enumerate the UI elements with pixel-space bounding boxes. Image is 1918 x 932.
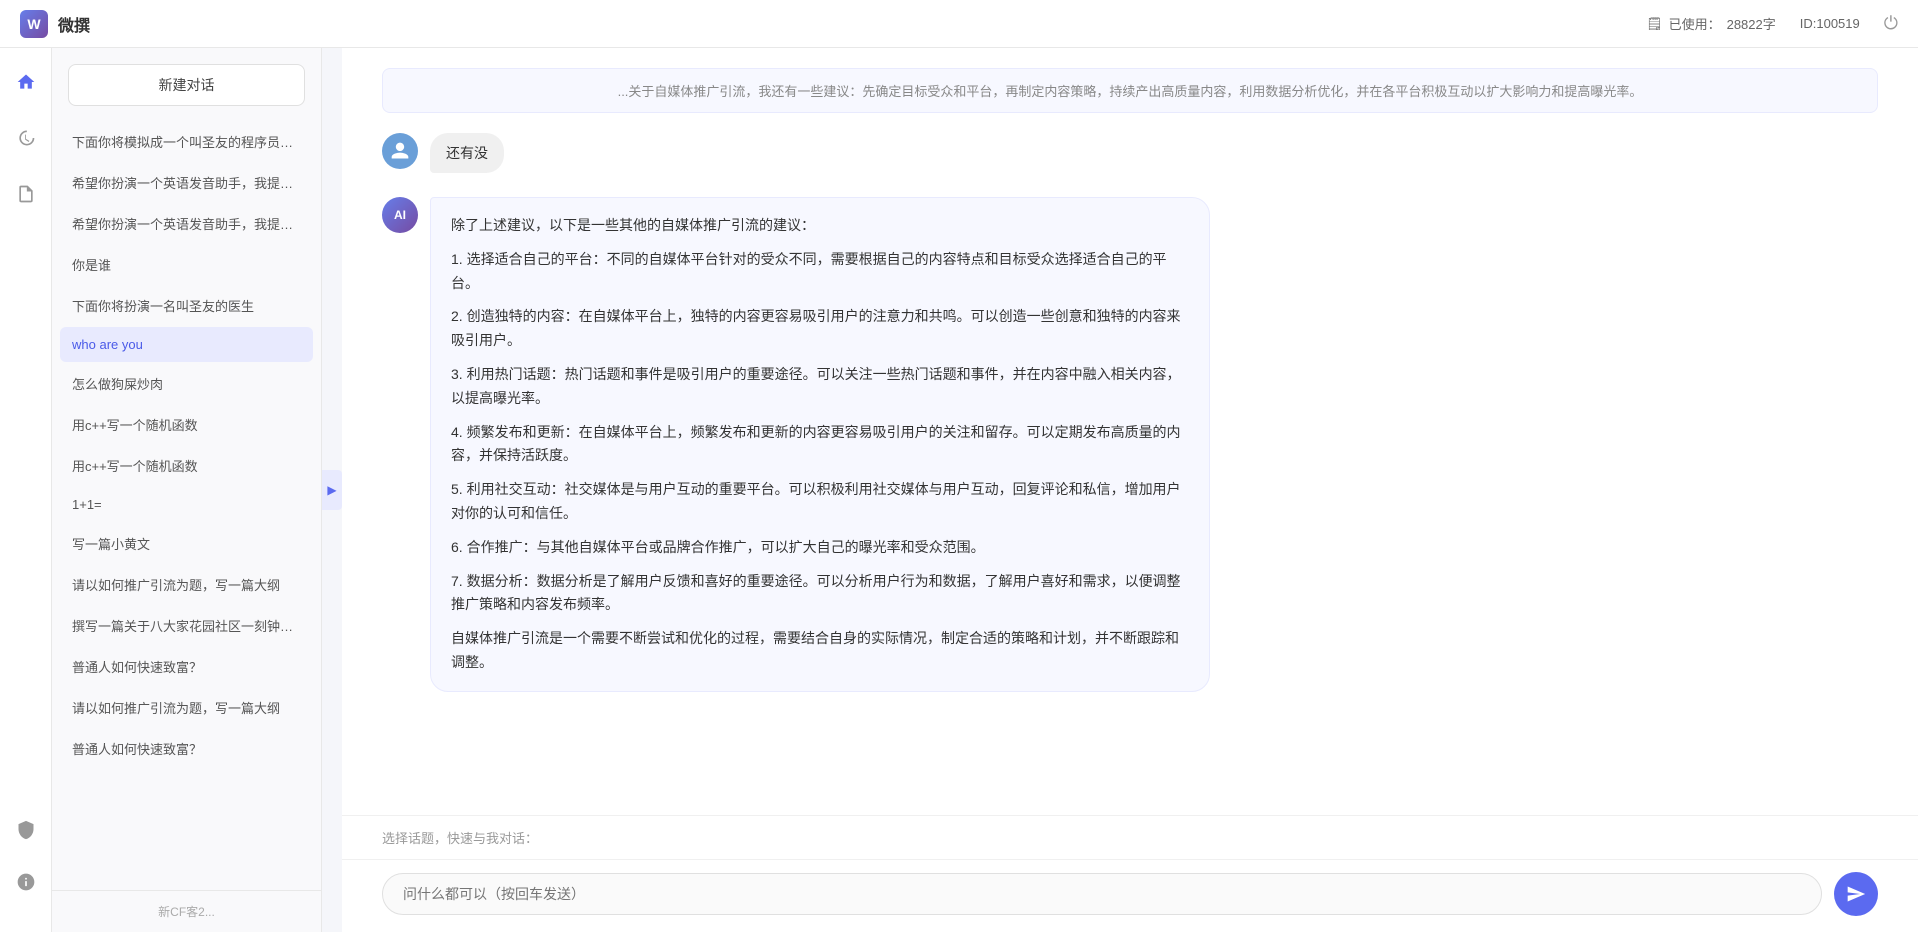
app-logo: W — [20, 10, 48, 38]
user-message: 还有没 — [382, 133, 1878, 173]
ai-paragraph: 5. 利用社交互动：社交媒体是与用户互动的重要平台。可以积极利用社交媒体与用户互… — [451, 478, 1189, 526]
send-button[interactable] — [1834, 872, 1878, 916]
sidebar-item[interactable]: 普通人如何快速致富？ — [60, 729, 313, 768]
sidebar-item[interactable]: 下面你将模拟成一个叫圣友的程序员，我说... — [60, 122, 313, 161]
sidebar-item[interactable]: 1+1= — [60, 487, 313, 522]
quick-prompts-label: 选择话题，快速与我对话： — [382, 831, 538, 846]
main-container: 新建对话 下面你将模拟成一个叫圣友的程序员，我说...希望你扮演一个英语发音助手… — [0, 48, 1918, 932]
ai-paragraph: 除了上述建议，以下是一些其他的自媒体推广引流的建议： — [451, 214, 1189, 238]
ai-paragraph: 2. 创造独特的内容：在自媒体平台上，独特的内容更容易吸引用户的注意力和共鸣。可… — [451, 305, 1189, 353]
ai-paragraph: 自媒体推广引流是一个需要不断尝试和优化的过程，需要结合自身的实际情况，制定合适的… — [451, 627, 1189, 675]
ai-paragraph: 3. 利用热门话题：热门话题和事件是吸引用户的重要途径。可以关注一些热门话题和事… — [451, 363, 1189, 411]
sidebar-item[interactable]: 写一篇小黄文 — [60, 524, 313, 563]
input-area — [342, 859, 1918, 932]
sidebar-bottom: 新CF客2... — [52, 890, 321, 932]
nav-docs[interactable] — [8, 176, 44, 212]
nav-security[interactable] — [8, 812, 44, 848]
ai-paragraph: 4. 频繁发布和更新：在自媒体平台上，频繁发布和更新的内容更容易吸引用户的关注和… — [451, 421, 1189, 469]
ai-paragraph: 1. 选择适合自己的平台：不同的自媒体平台针对的受众不同，需要根据自己的内容特点… — [451, 248, 1189, 296]
header-right: 🗒 已使用： 28822字 ID:100519 ⏻ — [1646, 13, 1898, 34]
nav-info[interactable] — [8, 864, 44, 900]
sidebar-collapse-toggle[interactable]: ▶ — [322, 470, 342, 510]
sidebar-item[interactable]: 希望你扮演一个英语发音助手，我提供给你... — [60, 163, 313, 202]
chat-input[interactable] — [382, 873, 1822, 915]
sidebar-item[interactable]: 请以如何推广引流为题，写一篇大纲 — [60, 688, 313, 727]
sidebar-item[interactable]: who are you — [60, 327, 313, 362]
ai-message-content: 除了上述建议，以下是一些其他的自媒体推广引流的建议： 1. 选择适合自己的平台：不… — [430, 197, 1210, 692]
user-id: ID:100519 — [1800, 16, 1860, 31]
usage-label: 已使用： — [1669, 14, 1721, 33]
icon-bar — [0, 48, 52, 932]
sidebar-item[interactable]: 用c++写一个随机函数 — [60, 446, 313, 485]
sidebar: 新建对话 下面你将模拟成一个叫圣友的程序员，我说...希望你扮演一个英语发音助手… — [52, 48, 322, 932]
message-block-ai: AI 除了上述建议，以下是一些其他的自媒体推广引流的建议： 1. 选择适合自己的平… — [382, 197, 1878, 692]
sidebar-item[interactable]: 用c++写一个随机函数 — [60, 405, 313, 444]
sidebar-item[interactable]: 你是谁 — [60, 245, 313, 284]
power-icon[interactable]: ⏻ — [1884, 13, 1898, 34]
nav-home[interactable] — [8, 64, 44, 100]
usage-count: 28822字 — [1727, 14, 1776, 33]
sidebar-item[interactable]: 怎么做狗屎炒肉 — [60, 364, 313, 403]
message-block-user: 还有没 — [382, 133, 1878, 173]
ai-message: AI 除了上述建议，以下是一些其他的自媒体推广引流的建议： 1. 选择适合自己的平… — [382, 197, 1878, 692]
sidebar-item[interactable]: 撰写一篇关于八大家花园社区一刻钟便民生... — [60, 606, 313, 645]
new-conversation-button[interactable]: 新建对话 — [68, 64, 305, 106]
quick-prompts: 选择话题，快速与我对话： — [342, 815, 1918, 859]
app-header: W 微撰 🗒 已使用： 28822字 ID:100519 ⏻ — [0, 0, 1918, 48]
conversation-list: 下面你将模拟成一个叫圣友的程序员，我说...希望你扮演一个英语发音助手，我提供给… — [52, 118, 321, 890]
sidebar-item[interactable]: 希望你扮演一个英语发音助手，我提供给你... — [60, 204, 313, 243]
sidebar-item[interactable]: 请以如何推广引流为题，写一篇大纲 — [60, 565, 313, 604]
sidebar-item[interactable]: 普通人如何快速致富？ — [60, 647, 313, 686]
sidebar-item[interactable]: 下面你将扮演一名叫圣友的医生 — [60, 286, 313, 325]
user-message-text: 还有没 — [430, 133, 504, 173]
ai-paragraph: 6. 合作推广：与其他自媒体平台或品牌合作推广，可以扩大自己的曝光率和受众范围。 — [451, 536, 1189, 560]
nav-history[interactable] — [8, 120, 44, 156]
chat-area: ...关于自媒体推广引流，我还有一些建议：先确定目标受众和平台，再制定内容策略，… — [342, 48, 1918, 932]
ai-paragraph: 7. 数据分析：数据分析是了解用户反馈和喜好的重要途径。可以分析用户行为和数据，… — [451, 570, 1189, 618]
user-avatar — [382, 133, 418, 169]
ai-avatar: AI — [382, 197, 418, 233]
truncated-message: ...关于自媒体推广引流，我还有一些建议：先确定目标受众和平台，再制定内容策略，… — [382, 68, 1878, 113]
app-title: 微撰 — [58, 12, 90, 36]
usage-icon: 🗒 — [1646, 16, 1663, 32]
usage-display: 🗒 已使用： 28822字 — [1646, 14, 1776, 33]
message-list: ...关于自媒体推广引流，我还有一些建议：先确定目标受众和平台，再制定内容策略，… — [342, 48, 1918, 815]
icon-bar-bottom — [8, 812, 44, 916]
header-left: W 微撰 — [20, 10, 90, 38]
